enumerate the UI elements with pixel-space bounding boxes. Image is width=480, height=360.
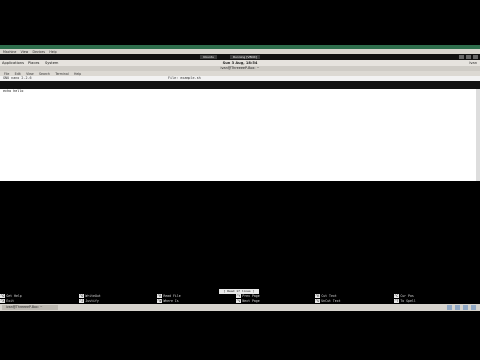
shortcut-key: ^T (394, 298, 399, 303)
volume-icon[interactable] (455, 305, 460, 310)
window-controls (459, 55, 478, 59)
shortcut-group: ^O WriteOut ^J Justify (79, 294, 101, 303)
shortcut-key: ^G (0, 294, 5, 298)
shortcut-label: Where Is (163, 298, 179, 303)
shortcut-group: ^C Cur Pos ^T To Spell (394, 294, 416, 303)
shortcut-label: Cut Text (321, 294, 337, 298)
minimize-icon[interactable] (459, 55, 464, 59)
shortcut-key: ^C (394, 294, 399, 298)
nano-shortcut-bar: ^G Get Help ^X Exit ^O WriteOut ^J Justify ^… (0, 294, 480, 304)
system-tray (447, 305, 476, 310)
shortcut-key: ^X (0, 298, 5, 303)
shortcut-group: ^G Get Help ^X Exit (0, 294, 22, 303)
shortcut-key: ^K (315, 294, 320, 298)
terminal-divider (0, 81, 480, 89)
shortcut-label: Justify (85, 298, 99, 303)
shortcut-label: Cur Pos (400, 294, 414, 298)
shortcut-key: ^R (157, 294, 162, 298)
maximize-icon[interactable] (466, 55, 471, 59)
shortcut-label: Read File (163, 294, 181, 298)
shortcut-group: ^Y Prev Page ^V Next Page (236, 294, 260, 303)
display-icon[interactable] (471, 305, 476, 310)
shortcut-group: ^K Cut Text ^U UnCut Text (315, 294, 341, 303)
shortcut-label: Exit (6, 298, 15, 303)
shortcut-key: ^J (79, 298, 84, 303)
bottom-taskbar: ivan@ThreeeeP-Box: ~ (0, 304, 480, 311)
vm-tab-ubuntu[interactable]: Ubuntu (200, 55, 217, 59)
shortcut-key: ^U (315, 298, 320, 303)
shortcut-label: WriteOut (85, 294, 101, 298)
usb-icon[interactable] (463, 305, 468, 310)
close-icon[interactable] (473, 55, 478, 59)
shortcut-group: ^R Read File ^W Where Is (157, 294, 181, 303)
shortcut-key: ^W (157, 298, 162, 303)
editor-area[interactable]: echo hello (0, 89, 480, 181)
shortcut-label: Get Help (6, 294, 22, 298)
taskbar-terminal-button[interactable]: ivan@ThreeeeP-Box: ~ (2, 305, 58, 310)
shortcut-key: ^O (79, 294, 84, 298)
code-line: echo hello (3, 89, 24, 93)
shortcut-label: Next Page (242, 298, 260, 303)
shortcut-label: To Spell (400, 298, 416, 303)
network-icon[interactable] (447, 305, 452, 310)
vm-tab-running[interactable]: Running [VBOX] (230, 55, 260, 59)
shortcut-label: UnCut Text (321, 298, 341, 303)
shortcut-key: ^V (236, 298, 241, 303)
shortcut-key: ^Y (236, 294, 241, 298)
code-text[interactable]: echo hello (3, 89, 23, 93)
shortcut-label: Prev Page (242, 294, 260, 298)
